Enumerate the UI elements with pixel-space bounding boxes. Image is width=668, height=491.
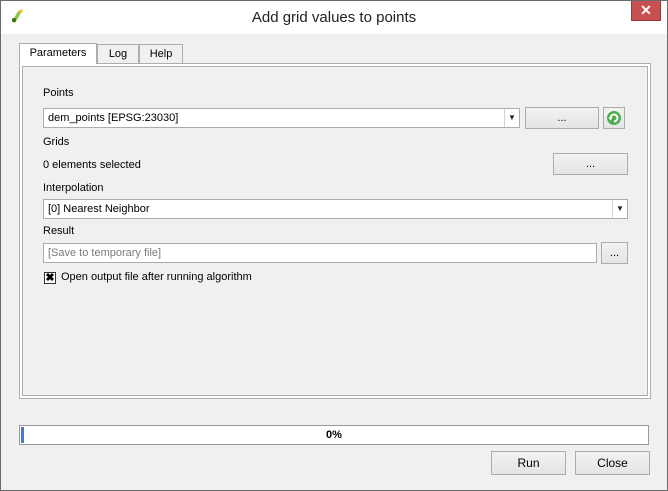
open-output-label: Open output file after running algorithm	[61, 271, 252, 283]
tab-help[interactable]: Help	[139, 44, 183, 63]
close-button[interactable]: Close	[575, 451, 650, 475]
interpolation-select-value: [0] Nearest Neighbor	[48, 203, 150, 215]
title-bar: Add grid values to points ✕	[1, 1, 667, 34]
open-output-checkbox[interactable]: ✖	[44, 272, 56, 284]
points-label: Points	[43, 87, 74, 99]
points-browse-button[interactable]: ...	[525, 107, 599, 129]
tab-log[interactable]: Log	[97, 44, 139, 63]
points-select-value: dem_points [EPSG:23030]	[48, 112, 179, 124]
run-button[interactable]: Run	[491, 451, 566, 475]
grids-selection-summary: 0 elements selected	[43, 159, 141, 171]
window-close-button[interactable]: ✕	[631, 1, 661, 21]
result-label: Result	[43, 225, 75, 237]
interpolation-label: Interpolation	[43, 182, 104, 194]
result-browse-button[interactable]: ...	[601, 242, 628, 264]
interpolation-select[interactable]: [0] Nearest Neighbor ▼	[43, 199, 628, 219]
grids-browse-button[interactable]: ...	[553, 153, 628, 175]
dropdown-arrow-icon: ▼	[612, 200, 627, 218]
refresh-icon	[607, 111, 621, 125]
points-select[interactable]: dem_points [EPSG:23030] ▼	[43, 108, 520, 128]
progress-text: 0%	[326, 429, 342, 441]
progress-bar: 0%	[19, 425, 649, 445]
parameters-form: Points dem_points [EPSG:23030] ▼ ... Gri…	[22, 66, 648, 396]
parameters-panel: Points dem_points [EPSG:23030] ▼ ... Gri…	[19, 63, 651, 399]
window-title: Add grid values to points	[251, 9, 417, 26]
dropdown-arrow-icon: ▼	[504, 109, 519, 127]
iterate-button[interactable]	[603, 107, 625, 129]
grids-label: Grids	[43, 136, 70, 148]
dialog-window: Add grid values to points ✕ Parameters L…	[0, 0, 668, 491]
result-placeholder: [Save to temporary file]	[48, 247, 162, 259]
tab-parameters[interactable]: Parameters	[19, 43, 97, 64]
result-field[interactable]: [Save to temporary file]	[43, 243, 597, 263]
